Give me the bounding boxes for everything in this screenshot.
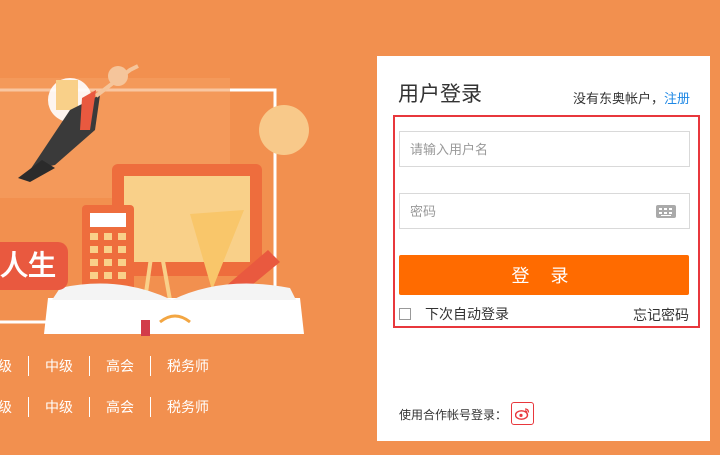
weibo-icon[interactable] — [511, 402, 534, 425]
course-link[interactable]: 级 — [0, 356, 28, 376]
course-link[interactable]: 中级 — [28, 397, 89, 417]
login-panel: 用户登录 没有东奥帐户，注册 登 录 下次自动登录 忘记密码 使用合作帐号登录： — [377, 56, 710, 441]
login-button[interactable]: 登 录 — [399, 255, 689, 295]
course-link[interactable]: 税务师 — [150, 397, 225, 417]
forgot-password-link[interactable]: 忘记密码 — [633, 305, 689, 325]
remember-label: 下次自动登录 — [425, 306, 509, 322]
password-input[interactable] — [400, 194, 660, 228]
register-link[interactable]: 注册 — [664, 91, 690, 106]
sun-circle — [259, 105, 309, 155]
weibo-glyph — [515, 408, 530, 420]
course-link[interactable]: 中级 — [28, 356, 89, 376]
remember-checkbox[interactable] — [399, 308, 411, 320]
username-input[interactable] — [400, 132, 660, 166]
third-party-login-label: 使用合作帐号登录： — [399, 408, 508, 422]
slogan-badge: 人生 — [0, 242, 68, 290]
course-link[interactable]: 税务师 — [150, 356, 225, 376]
course-link[interactable]: 级 — [0, 397, 28, 417]
no-account-label: 没有东奥帐户， — [572, 91, 664, 106]
hero-illustration — [0, 64, 309, 336]
login-title: 用户登录 — [398, 83, 482, 106]
course-link[interactable]: 高会 — [89, 356, 150, 376]
remember-me[interactable]: 下次自动登录 — [399, 304, 509, 324]
password-field[interactable] — [399, 193, 690, 229]
course-links-row-1: 级 中级 高会 税务师 — [0, 355, 225, 377]
no-account-text: 没有东奥帐户，注册 — [573, 88, 690, 107]
username-field[interactable] — [399, 131, 690, 167]
course-link[interactable]: 高会 — [89, 397, 150, 417]
course-links-row-2: 级 中级 高会 税务师 — [0, 396, 225, 418]
hero-banner: 人生 级 中级 高会 税务师 级 中级 高会 税务师 — [0, 0, 376, 455]
keyboard-icon[interactable] — [656, 205, 676, 218]
